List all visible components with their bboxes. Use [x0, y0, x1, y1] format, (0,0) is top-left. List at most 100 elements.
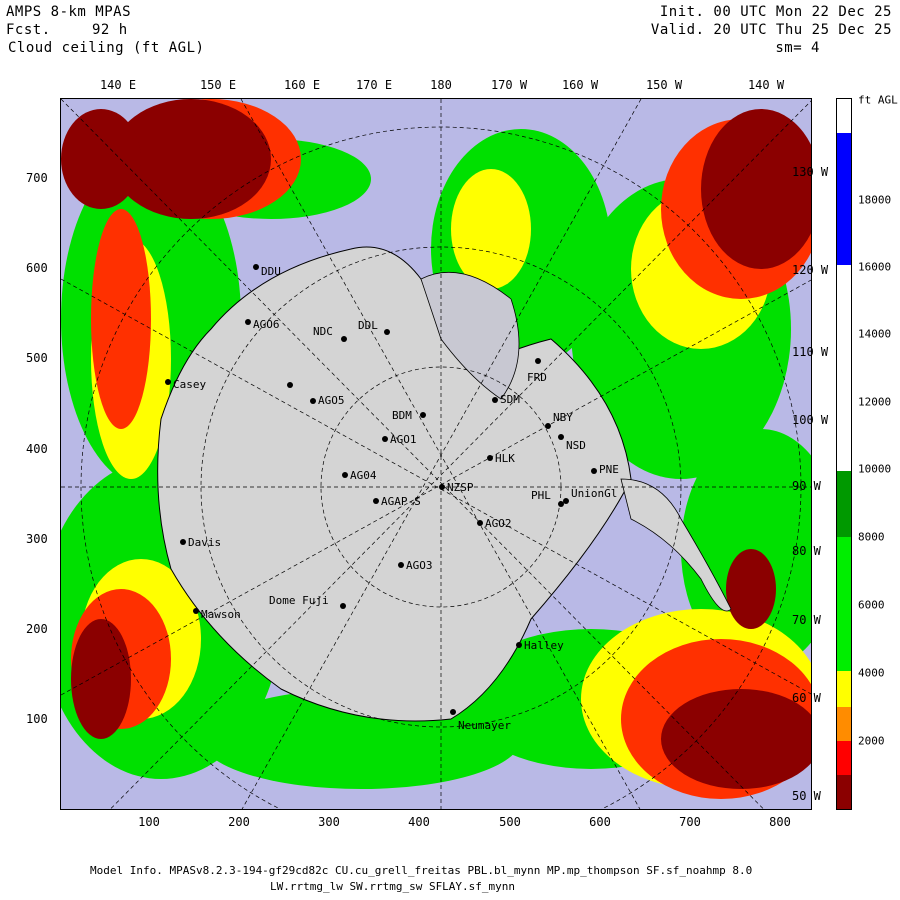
x-tick-label: 300	[318, 815, 340, 829]
lon-label: 80 W	[792, 544, 821, 558]
forecast-hour: 92 h	[92, 22, 128, 38]
station-label: Halley	[524, 639, 564, 652]
valid-time: Valid. 20 UTC Thu 25 Dec 25	[650, 22, 892, 38]
station-label: AGO5	[318, 394, 345, 407]
station-label: NSD	[566, 439, 586, 452]
station-marker[interactable]	[516, 642, 522, 648]
station-marker[interactable]	[165, 379, 171, 385]
station-marker[interactable]	[477, 520, 483, 526]
lon-label: 100 W	[792, 413, 829, 427]
station-marker[interactable]	[253, 264, 259, 270]
station-label: AG04	[350, 469, 377, 482]
init-time: Init. 00 UTC Mon 22 Dec 25	[659, 4, 892, 20]
x-tick-label: 100	[138, 815, 160, 829]
y-tick-label: 200	[26, 622, 48, 636]
station-marker[interactable]	[398, 562, 404, 568]
station-marker[interactable]	[342, 472, 348, 478]
x-tick-label: 700	[679, 815, 701, 829]
y-tick-label: 400	[26, 442, 48, 456]
station-marker[interactable]	[245, 319, 251, 325]
lon-label: 120 W	[792, 263, 829, 277]
station-label: FRD	[527, 371, 547, 384]
x-tick-label: 400	[408, 815, 430, 829]
station-marker[interactable]	[563, 498, 569, 504]
station-marker[interactable]	[180, 539, 186, 545]
station-marker[interactable]	[287, 382, 293, 388]
station-marker[interactable]	[310, 398, 316, 404]
station-marker[interactable]	[373, 498, 379, 504]
station-label: AGO6	[253, 318, 280, 331]
model-info-physics: LW.rrtmg_lw SW.rrtmg_sw SFLAY.sf_mynn	[270, 880, 516, 893]
colorbar-label: 6000	[858, 598, 885, 612]
lon-label: 150 E	[199, 78, 237, 92]
colorbar-label: 2000	[858, 734, 885, 748]
station-marker[interactable]	[591, 468, 597, 474]
station-label: DDL	[358, 319, 378, 332]
colorbar	[836, 98, 852, 810]
lon-label: 160 E	[283, 78, 321, 92]
station-label: Casey	[173, 378, 206, 391]
station-label: SDM	[500, 393, 520, 406]
x-tick-label: 600	[589, 815, 611, 829]
colorbar-label: 16000	[858, 260, 892, 274]
lon-label: 140 W	[747, 78, 785, 92]
station-label: Neumayer	[458, 719, 511, 732]
y-tick-label: 700	[26, 171, 48, 185]
colorbar-label: 8000	[858, 530, 885, 544]
model-info: Model Info. MPASv8.2.3-194-gf29cd82c CU.…	[90, 864, 753, 877]
station-label: AGO1	[390, 433, 417, 446]
lon-label: 50 W	[792, 789, 821, 803]
station-marker[interactable]	[558, 501, 564, 507]
y-tick-label: 300	[26, 532, 48, 546]
lon-label: 180	[430, 78, 452, 92]
lon-label: 170 W	[490, 78, 528, 92]
y-tick-label: 600	[26, 261, 48, 275]
station-label: NBY	[553, 411, 573, 424]
station-marker[interactable]	[193, 608, 199, 614]
lon-label: 130 W	[792, 165, 829, 179]
station-label: NZSP	[447, 481, 474, 494]
station-marker[interactable]	[545, 423, 551, 429]
lon-label: 70 W	[792, 613, 821, 627]
station-label: NDC	[313, 325, 333, 338]
station-marker[interactable]	[340, 603, 346, 609]
lon-label: 140 E	[99, 78, 137, 92]
station-marker[interactable]	[420, 412, 426, 418]
lon-label: 150 W	[645, 78, 683, 92]
lon-label: 170 E	[355, 78, 393, 92]
x-tick-label: 500	[499, 815, 521, 829]
station-marker[interactable]	[341, 336, 347, 342]
lon-label: 90 W	[792, 479, 821, 493]
lon-label: 110 W	[792, 345, 829, 359]
colorbar-svg	[837, 99, 851, 809]
station-label: AGAP-S	[381, 495, 421, 508]
station-marker[interactable]	[439, 484, 445, 490]
station-label: AGO3	[406, 559, 433, 572]
station-marker[interactable]	[492, 397, 498, 403]
colorbar-label: 12000	[858, 395, 892, 409]
station-marker[interactable]	[384, 329, 390, 335]
station-label: Dome Fuji	[269, 594, 329, 607]
x-tick-label: 200	[228, 815, 250, 829]
lon-label: 160 W	[561, 78, 599, 92]
colorbar-label: 10000	[858, 462, 892, 476]
station-marker[interactable]	[558, 434, 564, 440]
station-label: BDM	[392, 409, 412, 422]
map-panel: DDU AGO6 NDC DDL Casey AGO5 BDM AGO1 AG0…	[60, 98, 812, 810]
station-label: UnionGl	[571, 487, 617, 500]
lon-label: 60 W	[792, 691, 821, 705]
y-tick-label: 500	[26, 351, 48, 365]
smoothing-label: sm= 4	[775, 40, 820, 56]
station-marker[interactable]	[487, 455, 493, 461]
forecast-label: Fcst.	[6, 22, 51, 38]
station-marker[interactable]	[450, 709, 456, 715]
model-title: AMPS 8-km MPAS	[6, 4, 132, 20]
colorbar-label: 18000	[858, 193, 892, 207]
x-tick-label: 800	[769, 815, 791, 829]
station-label: Davis	[188, 536, 221, 549]
station-marker[interactable]	[382, 436, 388, 442]
field-title: Cloud ceiling (ft AGL)	[8, 40, 205, 56]
station-label: DDU	[261, 265, 281, 278]
station-marker[interactable]	[535, 358, 541, 364]
station-label: Mawson	[201, 608, 241, 621]
